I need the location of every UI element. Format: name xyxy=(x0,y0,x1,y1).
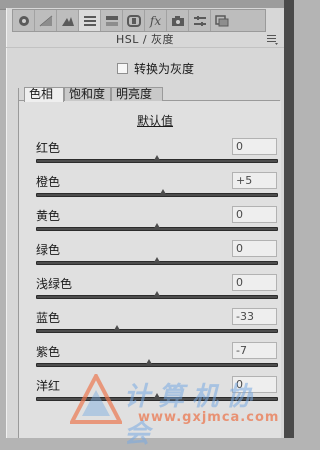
presets-icon[interactable] xyxy=(189,10,211,31)
slider-thumb[interactable] xyxy=(153,223,161,230)
slider-label: 红色 xyxy=(36,141,61,155)
slider-thumb[interactable] xyxy=(153,155,161,162)
tab-luminance[interactable]: 明亮度 xyxy=(111,87,163,101)
convert-to-grayscale-checkbox[interactable] xyxy=(117,62,128,74)
lens-correction-icon[interactable] xyxy=(123,10,145,31)
slider-thumb[interactable] xyxy=(159,189,168,196)
slider-label: 橙色 xyxy=(36,175,61,189)
slider-track[interactable] xyxy=(36,329,278,333)
slider-thumb[interactable] xyxy=(153,291,161,298)
camera-calibration-icon[interactable] xyxy=(167,10,189,31)
tab-saturation[interactable]: 饱和度 xyxy=(64,87,111,101)
split-toning-icon[interactable] xyxy=(101,10,123,31)
panel-toolbar: fx xyxy=(12,9,266,32)
panel-scrollbar-strip[interactable] xyxy=(284,0,294,438)
slider-label: 紫色 xyxy=(36,345,61,359)
tone-curve-icon[interactable] xyxy=(35,10,57,31)
slider-label: 浅绿色 xyxy=(36,277,73,291)
tab-hue[interactable]: 色相 xyxy=(24,87,64,102)
default-button[interactable]: 默认值 xyxy=(137,112,173,129)
slider-value-input[interactable]: 0 xyxy=(232,376,277,393)
convert-to-grayscale-label: 转换为灰度 xyxy=(134,61,195,76)
slider-value-input[interactable]: -7 xyxy=(232,342,277,359)
slider-label: 洋红 xyxy=(36,379,61,393)
slider-label: 蓝色 xyxy=(36,311,61,325)
hsl-icon[interactable] xyxy=(79,10,101,31)
slider-value-input[interactable]: 0 xyxy=(232,206,277,223)
slider-value-input[interactable]: 0 xyxy=(232,138,277,155)
slider-track[interactable] xyxy=(36,193,278,197)
panel-menu-icon[interactable] xyxy=(264,31,280,47)
slider-value-input[interactable]: 0 xyxy=(232,274,277,291)
slider-thumb[interactable] xyxy=(144,359,153,366)
slider-value-input[interactable]: -33 xyxy=(232,308,277,325)
slider-thumb[interactable] xyxy=(153,393,161,400)
panel-title: HSL / 灰度 xyxy=(6,31,284,48)
slider-thumb[interactable] xyxy=(113,325,122,332)
slider-track[interactable] xyxy=(36,363,278,367)
aperture-icon[interactable] xyxy=(13,10,35,31)
slider-thumb[interactable] xyxy=(153,257,161,264)
snapshots-icon[interactable] xyxy=(211,10,233,31)
detail-icon[interactable] xyxy=(57,10,79,31)
convert-to-grayscale-row[interactable]: 转换为灰度 xyxy=(117,60,194,76)
slider-value-input[interactable]: 0 xyxy=(232,240,277,257)
fx-label: fx xyxy=(149,13,162,28)
slider-label: 黄色 xyxy=(36,209,61,223)
slider-value-input[interactable]: +5 xyxy=(232,172,277,189)
slider-label: 绿色 xyxy=(36,243,61,257)
fx-icon[interactable]: fx xyxy=(145,10,167,31)
